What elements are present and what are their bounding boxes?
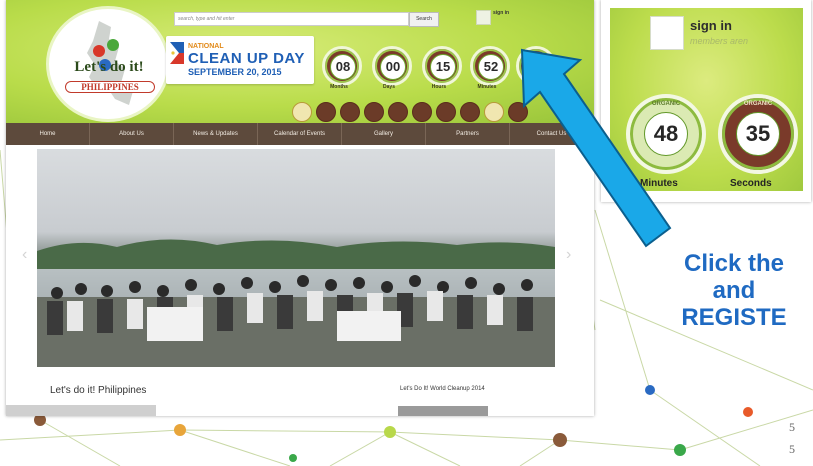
hero-photo[interactable] — [37, 149, 555, 367]
avatar-placeholder-icon — [476, 10, 491, 25]
badge-ring-text: ORGANIC — [743, 101, 773, 107]
banner-line-1: NATIONAL — [188, 43, 224, 50]
nav-item-about[interactable]: About Us — [90, 123, 174, 145]
nav-item-calendar[interactable]: Calendar of Events — [258, 123, 342, 145]
smiley-icon — [292, 102, 312, 122]
site-logo[interactable]: Let's do it! PHILIPPINES — [46, 6, 170, 122]
banner-line-3: SEPTEMBER 20, 2015 — [188, 67, 282, 77]
nav-item-news[interactable]: News & Updates — [174, 123, 258, 145]
countdown-label: Months — [330, 84, 348, 90]
smiley-icon — [316, 102, 336, 122]
badge-label: Seconds — [730, 178, 772, 189]
logo-text: Let's do it! — [74, 59, 144, 75]
sidebar-title: Let's Do It! World Cleanup 2014 — [400, 386, 485, 392]
nav-item-home[interactable]: Home — [6, 123, 90, 145]
countdown-label: Days — [383, 84, 395, 90]
countdown-value: 08 — [330, 54, 356, 80]
nav-item-gallery[interactable]: Gallery — [342, 123, 426, 145]
zoom-seconds-badge: ORGANIC 35 — [718, 94, 798, 174]
logo-subtitle: PHILIPPINES — [65, 81, 155, 93]
countdown-days: 00 — [372, 46, 412, 86]
sign-in-link[interactable]: sign in — [690, 18, 732, 33]
scrollbar[interactable] — [6, 405, 156, 416]
badge-value: 35 — [736, 112, 780, 156]
smiley-icon — [364, 102, 384, 122]
sidebar-thumbnail[interactable] — [398, 406, 488, 416]
countdown-months: 08 — [322, 46, 362, 86]
page-number: 5 — [789, 442, 795, 456]
countdown-value: 00 — [380, 54, 406, 80]
sign-in-link[interactable]: sign in — [493, 10, 509, 16]
countdown-value: 15 — [430, 54, 456, 80]
volunteer-crowd — [37, 275, 555, 367]
hero-prev-icon[interactable]: ‹ — [22, 246, 27, 264]
search-button[interactable]: Search — [409, 12, 439, 27]
logo-dot-green — [107, 39, 119, 51]
countdown-hours: 15 — [422, 46, 462, 86]
clean-up-day-banner[interactable]: NATIONAL CLEAN UP DAY SEPTEMBER 20, 2015 — [166, 36, 314, 84]
pointer-arrow-icon — [520, 48, 672, 248]
flag-icon — [170, 42, 184, 64]
page-number: 5 — [789, 420, 795, 434]
hills-silhouette — [37, 239, 555, 269]
banner-line-2: CLEAN UP DAY — [188, 50, 305, 67]
smiley-icon — [412, 102, 432, 122]
instruction-text: Click the and REGISTE — [624, 250, 813, 331]
nav-item-partners[interactable]: Partners — [426, 123, 510, 145]
logo-dot-red — [93, 45, 105, 57]
smiley-icon — [340, 102, 360, 122]
content-title: Let's do it! Philippines — [50, 385, 147, 396]
search-input[interactable]: search, type and hit enter — [174, 12, 409, 26]
instruction-line-3: REGISTE — [681, 304, 787, 331]
smiley-icon — [460, 102, 480, 122]
smiley-icon — [388, 102, 408, 122]
members-text: members aren — [690, 36, 749, 46]
smiley-icon — [436, 102, 456, 122]
instruction-line-2: and — [712, 277, 756, 304]
instruction-line-1: Click the — [683, 250, 785, 277]
countdown-label: Hours — [431, 84, 447, 90]
